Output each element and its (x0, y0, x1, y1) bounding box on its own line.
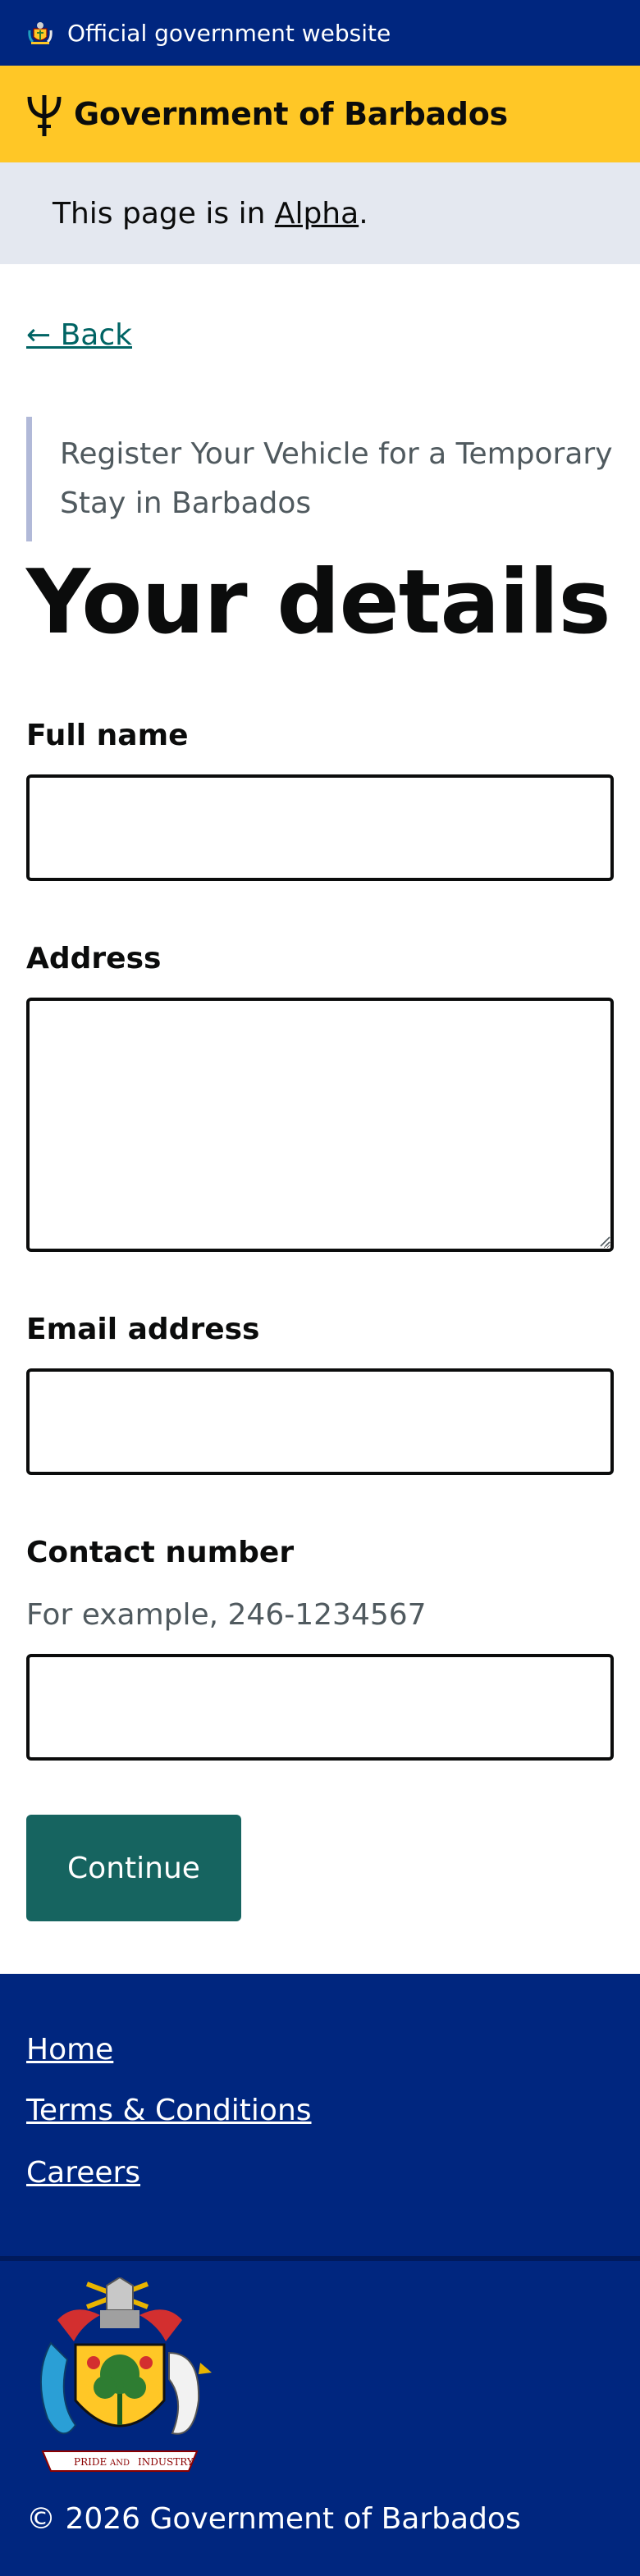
email-label: Email address (26, 1313, 260, 1346)
crest-icon (28, 22, 53, 44)
resize-grip-icon[interactable] (597, 1234, 610, 1247)
phase-banner-prefix: This page is in (53, 196, 275, 231)
coat-motto-left: PRIDE (74, 2456, 107, 2468)
contact-number-input[interactable] (26, 1654, 614, 1761)
footer-links: Home Terms & Conditions Careers (0, 1974, 640, 2256)
back-link[interactable]: ← Back (26, 318, 132, 352)
official-site-text: Official government website (67, 19, 391, 47)
coat-motto-mid: AND (109, 2459, 130, 2468)
email-input[interactable] (26, 1368, 614, 1475)
service-caption: Register Your Vehicle for a Temporary St… (26, 417, 615, 541)
address-label: Address (26, 942, 162, 975)
copyright-text: © 2026 Government of Barbados (26, 2502, 521, 2536)
official-site-strip: Official government website (0, 0, 640, 66)
phase-link[interactable]: Alpha (275, 197, 359, 231)
continue-button[interactable]: Continue (26, 1815, 241, 1921)
phase-banner: This page is in Alpha . (0, 162, 640, 264)
site-header: Government of Barbados (0, 66, 640, 162)
coat-of-arms-icon: PRIDE AND INDUSTRY (40, 2277, 212, 2472)
full-name-input[interactable] (26, 774, 614, 881)
phase-banner-suffix: . (359, 196, 368, 231)
contact-number-label: Contact number (26, 1536, 295, 1569)
footer-link-terms[interactable]: Terms & Conditions (26, 2094, 312, 2127)
trident-icon (27, 95, 62, 136)
full-name-label: Full name (26, 719, 189, 752)
footer-link-careers[interactable]: Careers (26, 2156, 140, 2190)
coat-motto-right: INDUSTRY (138, 2456, 194, 2468)
contact-number-hint: For example, 246-1234567 (26, 1598, 427, 1632)
page-title: Your details (26, 551, 611, 654)
address-textarea[interactable] (26, 998, 614, 1252)
header-title[interactable]: Government of Barbados (74, 96, 508, 132)
footer-link-home[interactable]: Home (26, 2033, 113, 2067)
